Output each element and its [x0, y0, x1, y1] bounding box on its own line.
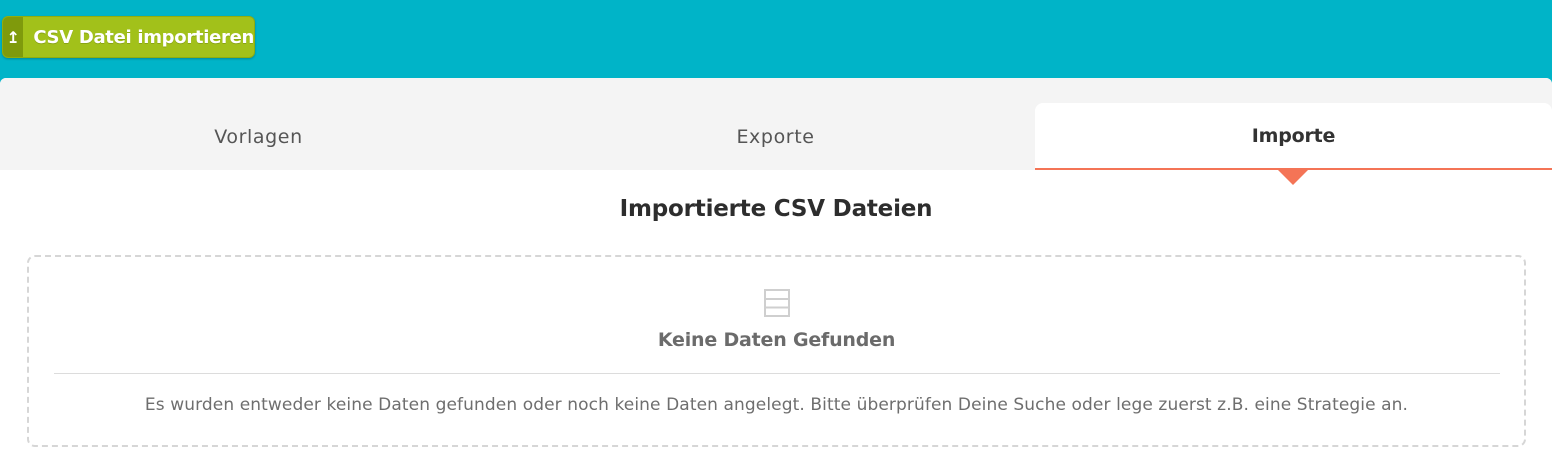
tab-importe[interactable]: Importe	[1035, 103, 1552, 170]
import-csv-button[interactable]: ↥ CSV Datei importieren	[2, 16, 255, 58]
empty-state-box: Keine Daten Gefunden Es wurden entweder …	[27, 255, 1526, 447]
active-tab-indicator	[1278, 170, 1308, 185]
divider	[54, 373, 1500, 374]
tab-bar: Vorlagen Exporte Importe	[0, 78, 1552, 170]
tab-vorlagen[interactable]: Vorlagen	[0, 103, 517, 170]
import-csv-button-label: CSV Datei importieren	[33, 26, 254, 48]
upload-arrow-icon: ↥	[3, 17, 24, 57]
table-icon	[764, 289, 790, 317]
section-title: Importierte CSV Dateien	[619, 196, 933, 222]
empty-state-message: Es wurden entweder keine Daten gefunden …	[144, 395, 1409, 415]
tab-exporte[interactable]: Exporte	[517, 103, 1034, 170]
top-bar: ↥ CSV Datei importieren	[0, 0, 1552, 78]
main-panel: Vorlagen Exporte Importe Importierte CSV…	[0, 78, 1552, 472]
empty-state-title: Keine Daten Gefunden	[657, 329, 896, 351]
